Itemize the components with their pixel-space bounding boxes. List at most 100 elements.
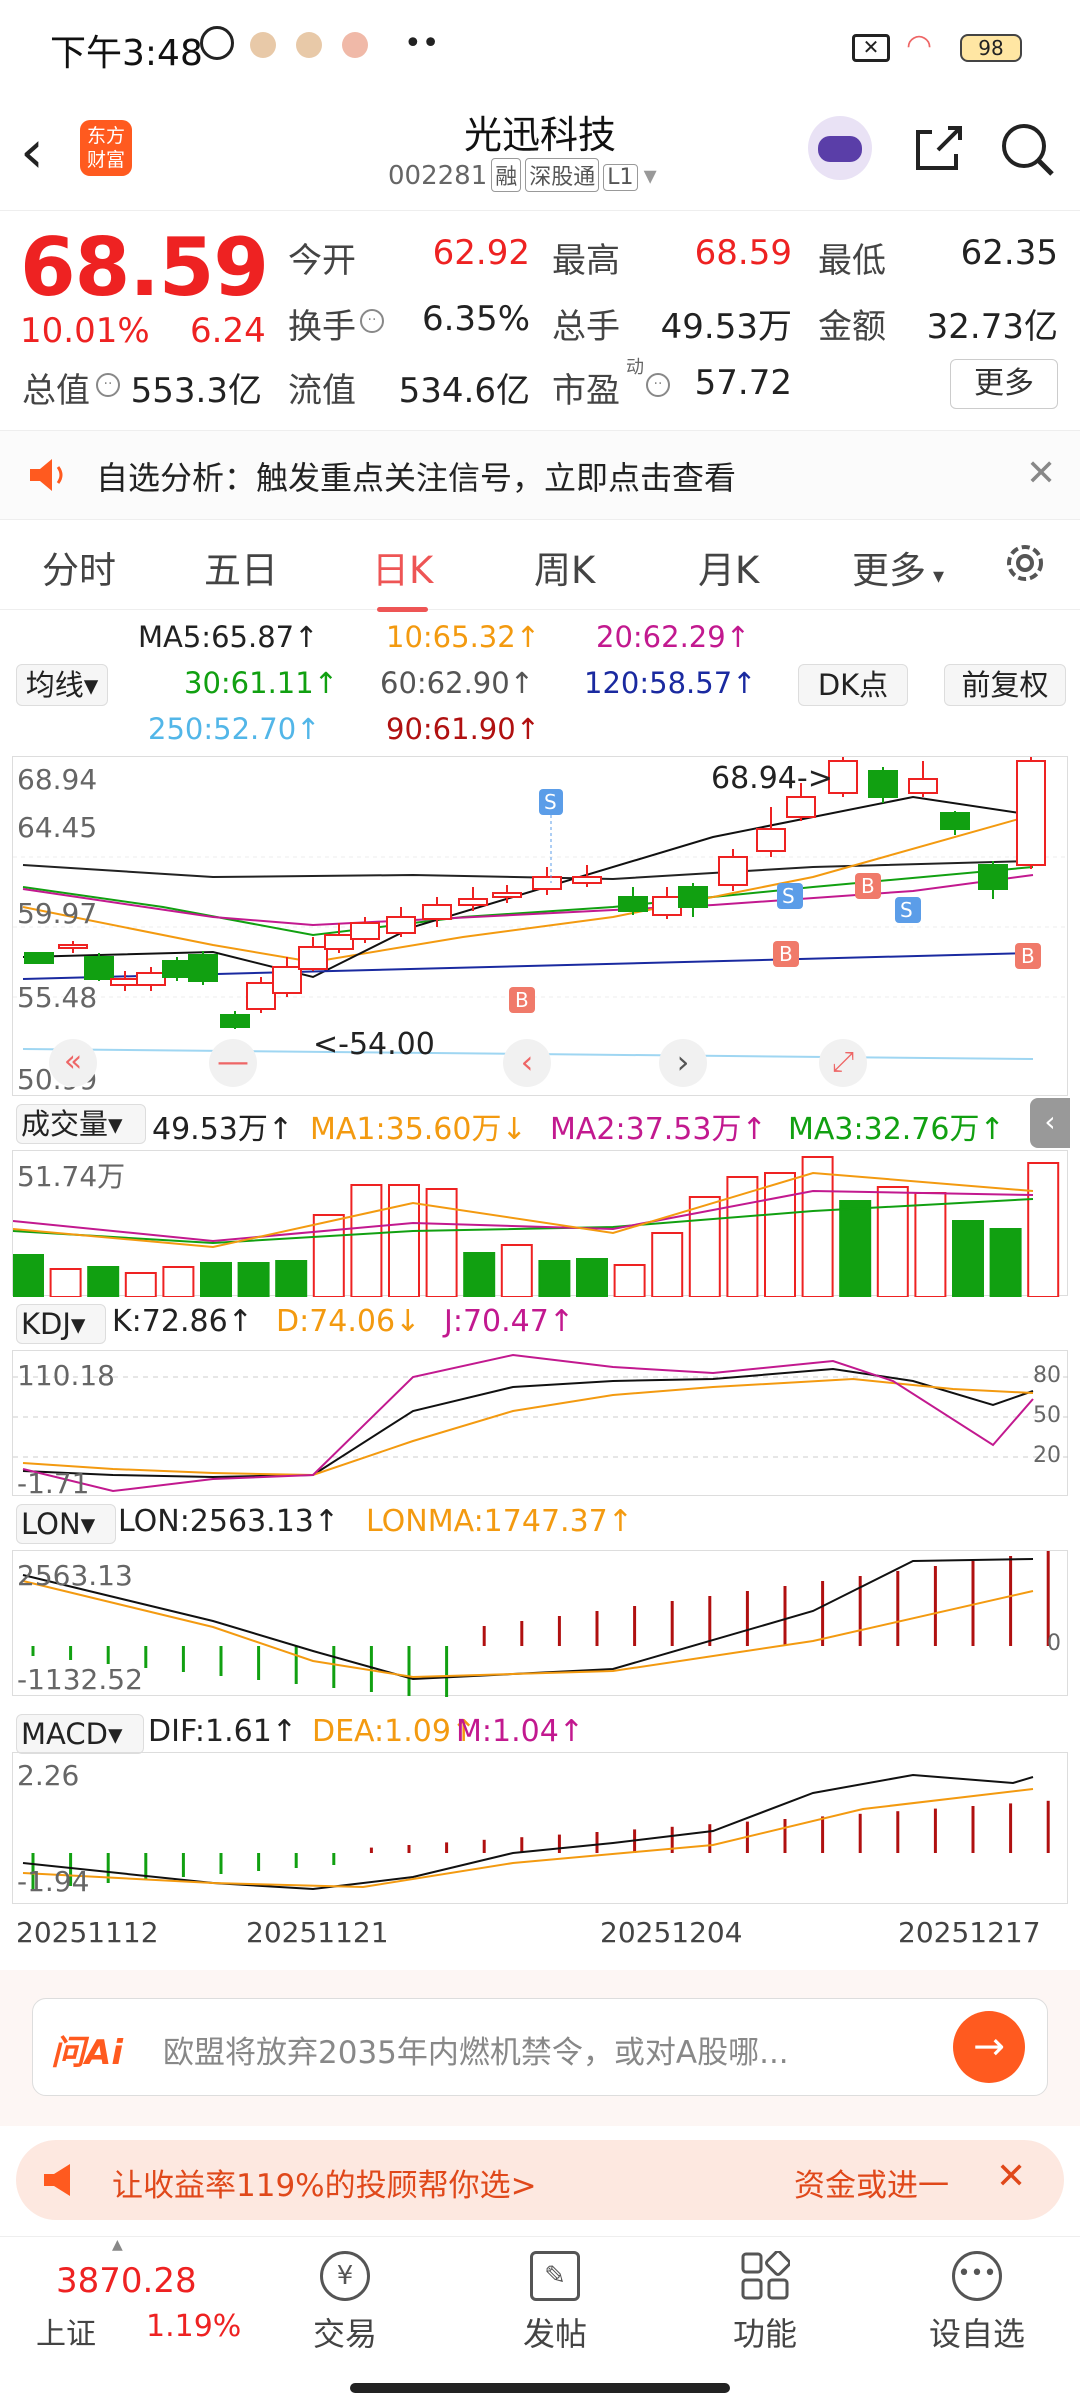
megaphone-icon: [40, 2160, 84, 2200]
macd-axis-bottom: -1.94: [17, 1865, 90, 1898]
period-tabs: 分时 五日 日K 周K 月K 更多 ▾: [0, 520, 1080, 612]
volume-chart[interactable]: 51.74万: [12, 1150, 1068, 1297]
lon-select-button[interactable]: LON▾: [16, 1504, 116, 1544]
volume-bar: [651, 1232, 684, 1297]
mcap-value: 553.3亿: [130, 371, 262, 411]
candle: [162, 960, 192, 978]
kdj-level-80: 80: [1033, 1363, 1061, 1388]
pe-label: 市盈: [552, 371, 620, 411]
next-icon[interactable]: ›: [659, 1039, 707, 1087]
volume-ma2: MA2:37.53万↑: [550, 1112, 767, 1147]
info-icon[interactable]: ··: [360, 309, 384, 333]
post-edit-icon[interactable]: ✎: [530, 2251, 580, 2301]
volume-bar: [200, 1262, 232, 1297]
pe-dynamic-mark: 动: [626, 357, 644, 378]
promo-right-text: 资金或进一: [794, 2168, 949, 2204]
tag-connect: 深股通: [525, 158, 600, 192]
candle: [324, 934, 354, 950]
adjust-button[interactable]: 前复权: [944, 664, 1066, 706]
high-note: 68.94->: [711, 761, 833, 796]
info-icon[interactable]: ··: [96, 373, 120, 397]
kdj-chart[interactable]: 110.18 -1.71 80 50 20: [12, 1350, 1069, 1500]
app-notification-icon: [342, 32, 368, 58]
nav-trade[interactable]: 交易: [270, 2309, 420, 2355]
info-icon[interactable]: ··: [646, 373, 670, 397]
function-grid-icon[interactable]: [740, 2250, 791, 2301]
ma20-value: 20:62.29: [596, 620, 726, 654]
promo-banner[interactable]: 让收益率119%的投顾帮你选> 资金或进一 ✕: [0, 2140, 1080, 2224]
dk-point-button[interactable]: DK点: [798, 664, 908, 706]
promo-text: 让收益率119%的投顾帮你选>: [112, 2168, 537, 2204]
index-value[interactable]: 3870.28: [56, 2261, 197, 2301]
assistant-robot-icon[interactable]: [808, 116, 872, 180]
ma90-label: 90:61.90↑: [386, 712, 541, 746]
share-icon[interactable]: [910, 120, 966, 176]
tab-monthly-k[interactable]: 月K: [698, 540, 759, 594]
lon-chart[interactable]: 2563.13 -1132.52 0: [12, 1550, 1068, 1697]
high-value: 68.59: [694, 233, 792, 273]
ask-ai-box[interactable]: 问Ai 欧盟将放弃2035年内燃机禁令，或对A股哪... →: [32, 1998, 1048, 2096]
ma120-label: 120:58.57↑: [584, 666, 757, 700]
tab-more[interactable]: 更多 ▾: [852, 540, 944, 594]
float-value: 534.6亿: [398, 371, 530, 411]
tab-intraday[interactable]: 分时: [42, 540, 116, 594]
app-notification-icon: [296, 32, 322, 58]
close-icon[interactable]: ✕: [1026, 453, 1056, 494]
nav-post[interactable]: 发帖: [480, 2309, 630, 2355]
macd-select-button[interactable]: MACD▾: [16, 1714, 144, 1754]
fullscreen-icon[interactable]: ⤢: [819, 1039, 867, 1087]
price-axis-4: 55.48: [17, 981, 98, 1014]
macd-chart[interactable]: 2.26 -1.94: [12, 1752, 1068, 1904]
notice-bar[interactable]: 自选分析：触发重点关注信号，立即点击查看 ✕: [0, 430, 1080, 520]
dropdown-caret-icon[interactable]: ▾: [644, 161, 657, 191]
trade-icon[interactable]: ¥: [320, 2251, 370, 2301]
more-dots-icon[interactable]: •••: [952, 2251, 1002, 2301]
index-name: 上证: [36, 2317, 96, 2352]
float-label: 流值: [288, 371, 356, 411]
volume-bar: [124, 1272, 157, 1297]
amount-value: 32.73亿: [926, 307, 1058, 347]
volume-bar: [801, 1156, 834, 1297]
close-icon[interactable]: ✕: [996, 2156, 1026, 2197]
prev-icon[interactable]: ‹: [503, 1039, 551, 1087]
volume-bar: [952, 1220, 984, 1297]
zoom-out-icon[interactable]: —: [209, 1039, 257, 1087]
candle: [110, 978, 140, 986]
tab-weekly-k[interactable]: 周K: [534, 540, 595, 594]
volume-bar: [613, 1264, 646, 1297]
ma-select-button[interactable]: 均线▾: [16, 664, 108, 706]
svg-text:S: S: [544, 790, 557, 814]
kdj-j-value: J:70.47: [444, 1304, 549, 1339]
lon-value-text: LON:2563.13: [118, 1504, 314, 1539]
search-icon[interactable]: [998, 120, 1058, 180]
kline-chart[interactable]: S B B S B S B 68.94 64.45 59.97 55.48 50…: [12, 756, 1069, 1096]
more-quote-button[interactable]: 更多: [950, 359, 1058, 409]
mcap-label: 总值: [22, 371, 90, 411]
kdj-k: K:72.86↑: [112, 1304, 253, 1339]
ask-ai-logo: 问Ai: [51, 2033, 123, 2073]
candle: [828, 760, 858, 794]
volume-bar: [538, 1260, 571, 1297]
collapse-panel-icon[interactable]: ‹: [1030, 1098, 1070, 1148]
ask-ai-text: 欧盟将放弃2035年内燃机禁令，或对A股哪...: [163, 2035, 789, 2071]
price-axis-top: 68.94: [17, 763, 98, 796]
candle: [652, 896, 682, 916]
scroll-left-icon[interactable]: «: [49, 1039, 97, 1087]
arrow-right-icon[interactable]: →: [953, 2011, 1025, 2083]
kdj-select-button[interactable]: KDJ▾: [16, 1304, 106, 1344]
lonma-value: LONMA:1747.37↑: [366, 1504, 633, 1539]
svg-text:B: B: [779, 942, 793, 966]
volume-bar: [876, 1186, 909, 1297]
more-notifications-icon: ••: [404, 26, 440, 61]
nav-function[interactable]: 功能: [690, 2309, 840, 2355]
volume-select-button[interactable]: 成交量▾: [16, 1104, 146, 1144]
kdj-j: J:70.47↑: [444, 1304, 574, 1339]
nav-add-watchlist[interactable]: 设自选: [902, 2309, 1052, 2355]
tab-daily-k[interactable]: 日K: [372, 540, 433, 612]
settings-gear-icon[interactable]: [1000, 538, 1050, 588]
ma250-label: 250:52.70↑: [148, 712, 321, 746]
low-label: 最低: [818, 241, 886, 281]
candle: [272, 966, 302, 994]
volume-bar: [87, 1266, 120, 1297]
tab-five-day[interactable]: 五日: [204, 540, 278, 594]
